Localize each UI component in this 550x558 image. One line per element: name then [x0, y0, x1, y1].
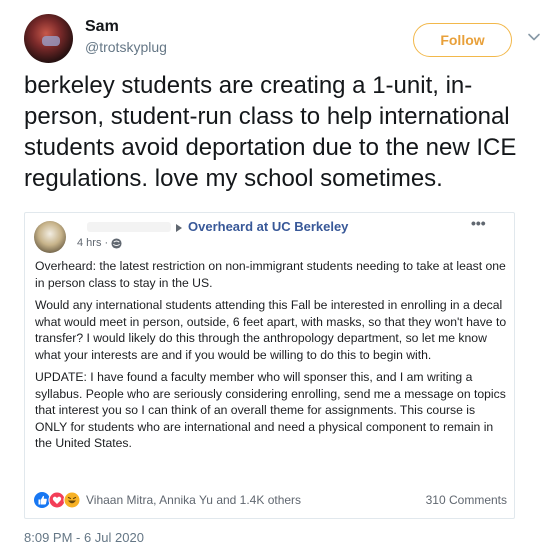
more-options-icon: •••: [471, 215, 486, 231]
reaction-icons: [34, 491, 81, 509]
author-handle[interactable]: @trotskyplug: [85, 39, 167, 55]
poster-avatar: [34, 221, 66, 253]
group-name: Overheard at UC Berkeley: [188, 219, 349, 234]
post-paragraph: Overheard: the latest restriction on non…: [35, 259, 506, 290]
tweet-text: berkeley students are creating a 1-unit,…: [24, 72, 517, 192]
chevron-down-icon[interactable]: [527, 30, 541, 44]
reactors-text: Vihaan Mitra, Annika Yu and 1.4K others: [86, 493, 302, 507]
post-paragraph: UPDATE: I have found a faculty member wh…: [35, 370, 506, 450]
redacted-poster-name: [87, 222, 171, 232]
post-body: Overheard: the latest restriction on non…: [35, 258, 508, 458]
globe-icon: [111, 238, 122, 249]
author-avatar[interactable]: [24, 14, 73, 63]
triangle-right-icon: [176, 224, 182, 232]
tweet-header: Sam @trotskyplug Follow: [24, 12, 540, 64]
comments-count: 310 Comments: [425, 493, 507, 507]
post-paragraph: Would any international students attendi…: [35, 298, 507, 362]
author-display-name[interactable]: Sam: [85, 18, 119, 36]
haha-icon: [63, 491, 81, 509]
love-icon: [48, 491, 66, 509]
tweet-timestamp[interactable]: 8:09 PM - 6 Jul 2020: [24, 530, 144, 545]
post-footer: Vihaan Mitra, Annika Yu and 1.4K others …: [34, 490, 507, 510]
embedded-facebook-post: Overheard at UC Berkeley 4 hrs · ••• Ove…: [24, 212, 515, 519]
post-time: 4 hrs ·: [77, 237, 109, 249]
like-icon: [34, 492, 50, 508]
follow-button[interactable]: Follow: [413, 23, 512, 57]
